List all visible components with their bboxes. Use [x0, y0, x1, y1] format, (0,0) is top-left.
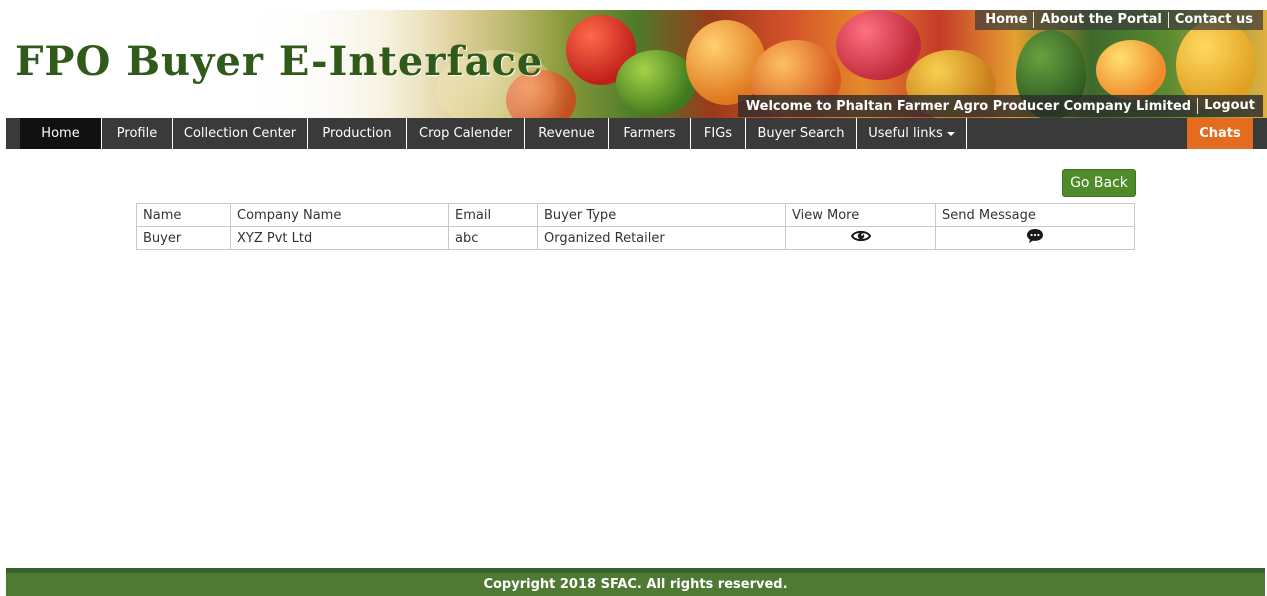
main-nav: Home Profile Collection Center Productio…	[6, 118, 1267, 149]
banner-produce-image	[1096, 40, 1166, 100]
column-header: View More	[785, 203, 936, 227]
cell-buyer-type: Organized Retailer	[537, 226, 786, 250]
nav-item-collection-center[interactable]: Collection Center	[173, 118, 308, 149]
nav-item-production[interactable]: Production	[308, 118, 407, 149]
nav-item-farmers[interactable]: Farmers	[609, 118, 691, 149]
nav-item-label: Farmers	[623, 126, 676, 141]
nav-item-profile[interactable]: Profile	[102, 118, 173, 149]
top-link-home[interactable]: Home	[979, 10, 1033, 30]
footer: Copyright 2018 SFAC. All rights reserved…	[6, 568, 1265, 596]
welcome-bar: Welcome to Phaltan Farmer Agro Producer …	[737, 95, 1263, 117]
table-row: Buyer XYZ Pvt Ltd abc Organized Retailer	[136, 226, 1135, 250]
go-back-button[interactable]: Go Back	[1062, 169, 1136, 197]
banner-produce-image	[836, 10, 921, 80]
column-header: Name	[136, 203, 231, 227]
nav-item-label: FIGs	[703, 126, 733, 141]
eye-icon[interactable]	[850, 229, 871, 247]
top-link-about[interactable]: About the Portal	[1034, 10, 1167, 30]
chats-button[interactable]: Chats	[1187, 118, 1253, 149]
nav-item-label: Collection Center	[183, 126, 297, 141]
copyright-text: Copyright 2018 SFAC. All rights reserved…	[483, 577, 788, 592]
nav-item-home[interactable]: Home	[20, 118, 102, 149]
nav-item-label: Buyer Search	[757, 126, 845, 141]
nav-item-label: Production	[322, 126, 392, 141]
column-header: Buyer Type	[537, 203, 786, 227]
nav-item-label: Home	[41, 126, 80, 141]
buyer-table: Name Company Name Email Buyer Type View …	[136, 203, 1135, 250]
nav-item-label: Revenue	[538, 126, 595, 141]
caret-down-icon	[946, 131, 955, 136]
site-title: FPO Buyer E-Interface	[15, 38, 544, 85]
top-link-contact[interactable]: Contact us	[1169, 10, 1259, 30]
nav-item-crop-calender[interactable]: Crop Calender	[407, 118, 525, 149]
nav-item-label: Profile	[116, 126, 158, 141]
column-header: Email	[448, 203, 538, 227]
banner-produce-image	[616, 50, 696, 115]
comment-icon[interactable]	[1026, 228, 1044, 248]
logout-link[interactable]: Logout	[1198, 96, 1261, 116]
nav-item-useful-links[interactable]: Useful links	[857, 118, 967, 149]
cell-send-message	[935, 226, 1135, 250]
cell-name: Buyer	[136, 226, 231, 250]
column-header: Send Message	[935, 203, 1135, 227]
top-links: Home About the Portal Contact us	[975, 10, 1263, 30]
nav-item-label: Crop Calender	[419, 126, 512, 141]
cell-email: abc	[448, 226, 538, 250]
column-header: Company Name	[230, 203, 449, 227]
cell-view-more	[785, 226, 936, 250]
cell-company: XYZ Pvt Ltd	[230, 226, 449, 250]
nav-item-buyer-search[interactable]: Buyer Search	[746, 118, 857, 149]
nav-item-figs[interactable]: FIGs	[691, 118, 746, 149]
table-header-row: Name Company Name Email Buyer Type View …	[136, 203, 1135, 227]
nav-item-revenue[interactable]: Revenue	[525, 118, 609, 149]
nav-item-label: Useful links	[868, 126, 943, 141]
welcome-text: Welcome to Phaltan Farmer Agro Producer …	[745, 98, 1192, 114]
